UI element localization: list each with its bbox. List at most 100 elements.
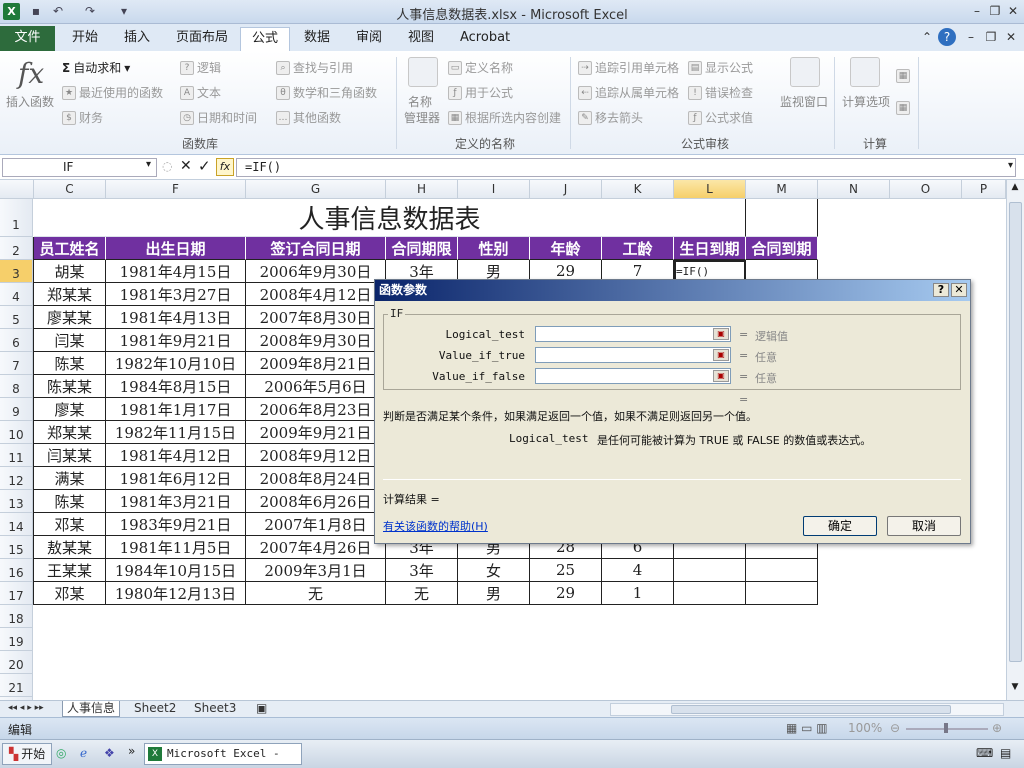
row-header[interactable]: 16	[0, 559, 33, 582]
row-header[interactable]: 1	[0, 199, 33, 237]
sheet-tab-sheet2[interactable]: Sheet2	[130, 701, 180, 717]
trace-precedents-button[interactable]: ⇢ 追踪引用单元格	[578, 59, 679, 76]
use-in-formula-button[interactable]: ƒ 用于公式	[448, 84, 513, 101]
row-header[interactable]: 8	[0, 375, 33, 398]
column-header[interactable]: M	[746, 180, 818, 199]
horizontal-scrollbar[interactable]	[610, 703, 1004, 716]
table-cell[interactable]: 陈某某	[34, 375, 106, 398]
collapse-dialog-icon[interactable]: ▣	[713, 349, 729, 361]
row-header[interactable]: 18	[0, 605, 33, 628]
wb-close-icon[interactable]: ✕	[1002, 28, 1020, 46]
table-header-cell[interactable]: 性别	[458, 237, 530, 260]
quicklaunch-icon[interactable]: ◎	[56, 746, 66, 760]
cancel-entry-icon[interactable]: ✕	[180, 158, 192, 174]
name-box[interactable]: IF	[2, 158, 157, 177]
scroll-up-icon[interactable]: ▲	[1008, 182, 1022, 196]
zoom-out-icon[interactable]: ⊖	[890, 721, 900, 735]
wb-minimize-icon[interactable]: –	[962, 28, 980, 46]
table-cell[interactable]: 2009年8月21日	[246, 352, 386, 375]
table-header-cell[interactable]: 出生日期	[106, 237, 246, 260]
row-header[interactable]: 5	[0, 306, 33, 329]
grid-cell[interactable]	[746, 199, 818, 237]
table-cell[interactable]: 2008年9月12日	[246, 444, 386, 467]
table-cell[interactable]	[674, 582, 746, 605]
zoom-level[interactable]: 100%	[848, 721, 882, 735]
row-header[interactable]: 21	[0, 674, 33, 697]
value-if-false-input[interactable]: ▣	[535, 368, 731, 384]
cancel-button[interactable]: 取消	[887, 516, 961, 536]
table-cell[interactable]: 闫某	[34, 329, 106, 352]
app-icon[interactable]: ❖	[104, 746, 115, 760]
vertical-scroll-thumb[interactable]	[1009, 202, 1022, 662]
row-header[interactable]: 15	[0, 536, 33, 559]
expand-formula-bar-icon[interactable]: ▾	[1008, 160, 1013, 171]
logical-button[interactable]: ? 逻辑	[180, 59, 221, 76]
table-header-cell[interactable]: 合同到期	[746, 237, 818, 260]
tab-view[interactable]: 视图	[398, 27, 444, 51]
table-cell[interactable]	[746, 582, 818, 605]
row-header[interactable]: 11	[0, 444, 33, 467]
formula-input[interactable]: =IF()	[236, 158, 1016, 177]
row-header[interactable]: 14	[0, 513, 33, 536]
volume-tray-icon[interactable]: ▤	[1000, 746, 1011, 760]
select-all-corner[interactable]	[0, 180, 34, 199]
column-header[interactable]: J	[530, 180, 602, 199]
insert-sheet-icon[interactable]: ▣	[252, 701, 271, 717]
table-cell[interactable]: 2009年9月21日	[246, 421, 386, 444]
table-header-cell[interactable]: 合同期限	[386, 237, 458, 260]
table-cell[interactable]: 郑某某	[34, 283, 106, 306]
browser-icon[interactable]: ℯ	[80, 746, 87, 760]
trace-dependents-button[interactable]: ⇠ 追踪从属单元格	[578, 84, 679, 101]
horizontal-scroll-thumb[interactable]	[671, 705, 951, 714]
table-cell[interactable]: 无	[246, 582, 386, 605]
restore-icon[interactable]: ❐	[986, 2, 1004, 20]
tab-acrobat[interactable]: Acrobat	[450, 27, 520, 51]
table-cell[interactable]: 1	[602, 582, 674, 605]
tab-page-layout[interactable]: 页面布局	[166, 27, 238, 51]
column-header[interactable]: C	[34, 180, 106, 199]
row-header[interactable]: 9	[0, 398, 33, 421]
row-header[interactable]: 13	[0, 490, 33, 513]
zoom-slider-thumb[interactable]	[944, 723, 948, 733]
datetime-button[interactable]: ◷ 日期和时间	[180, 109, 257, 126]
more-functions-button[interactable]: … 其他函数	[276, 109, 341, 126]
table-cell[interactable]: 2008年9月30日	[246, 329, 386, 352]
evaluate-formula-button[interactable]: ƒ 公式求值	[688, 109, 753, 126]
table-cell[interactable]: 1981年4月13日	[106, 306, 246, 329]
tab-review[interactable]: 审阅	[346, 27, 392, 51]
table-cell[interactable]: 1981年1月17日	[106, 398, 246, 421]
row-header[interactable]: 7	[0, 352, 33, 375]
financial-button[interactable]: $ 财务	[62, 109, 103, 126]
column-header[interactable]: L	[674, 180, 746, 199]
table-cell[interactable]: 1981年3月21日	[106, 490, 246, 513]
sheet-tab-personnel[interactable]: 人事信息	[62, 701, 121, 717]
column-header[interactable]: O	[890, 180, 962, 199]
insert-function-button[interactable]: 插入函数	[6, 93, 54, 110]
table-cell[interactable]: 3年	[386, 559, 458, 582]
column-header[interactable]: P	[962, 180, 1006, 199]
table-cell[interactable]: 男	[458, 582, 530, 605]
table-cell[interactable]: 2006年8月23日	[246, 398, 386, 421]
row-header[interactable]: 3	[0, 260, 33, 283]
table-cell[interactable]: 廖某某	[34, 306, 106, 329]
collapse-ribbon-icon[interactable]: ⌃	[918, 28, 936, 46]
zoom-in-icon[interactable]: ⊕	[992, 721, 1002, 735]
collapse-dialog-icon[interactable]: ▣	[713, 328, 729, 340]
minimize-icon[interactable]: –	[968, 2, 986, 20]
table-cell[interactable]: 郑某某	[34, 421, 106, 444]
function-help-link[interactable]: 有关该函数的帮助(H)	[383, 518, 488, 534]
calc-options-button[interactable]: 计算选项	[842, 93, 890, 110]
table-cell[interactable]: 1981年11月5日	[106, 536, 246, 559]
name-box-dropdown-icon[interactable]: ▾	[146, 159, 151, 170]
recent-functions-button[interactable]: ★ 最近使用的函数	[62, 84, 163, 101]
table-cell[interactable]: 1982年11月15日	[106, 421, 246, 444]
show-formulas-button[interactable]: ▤ 显示公式	[688, 59, 753, 76]
lookup-button[interactable]: ⌕ 查找与引用	[276, 59, 353, 76]
table-cell[interactable]	[746, 559, 818, 582]
dialog-help-button[interactable]: ?	[933, 283, 949, 297]
column-header[interactable]: K	[602, 180, 674, 199]
close-icon[interactable]: ✕	[1004, 2, 1022, 20]
ok-button[interactable]: 确定	[803, 516, 877, 536]
table-cell[interactable]: 邓某	[34, 513, 106, 536]
taskbar-excel-button[interactable]: Microsoft Excel - ...	[144, 743, 302, 768]
